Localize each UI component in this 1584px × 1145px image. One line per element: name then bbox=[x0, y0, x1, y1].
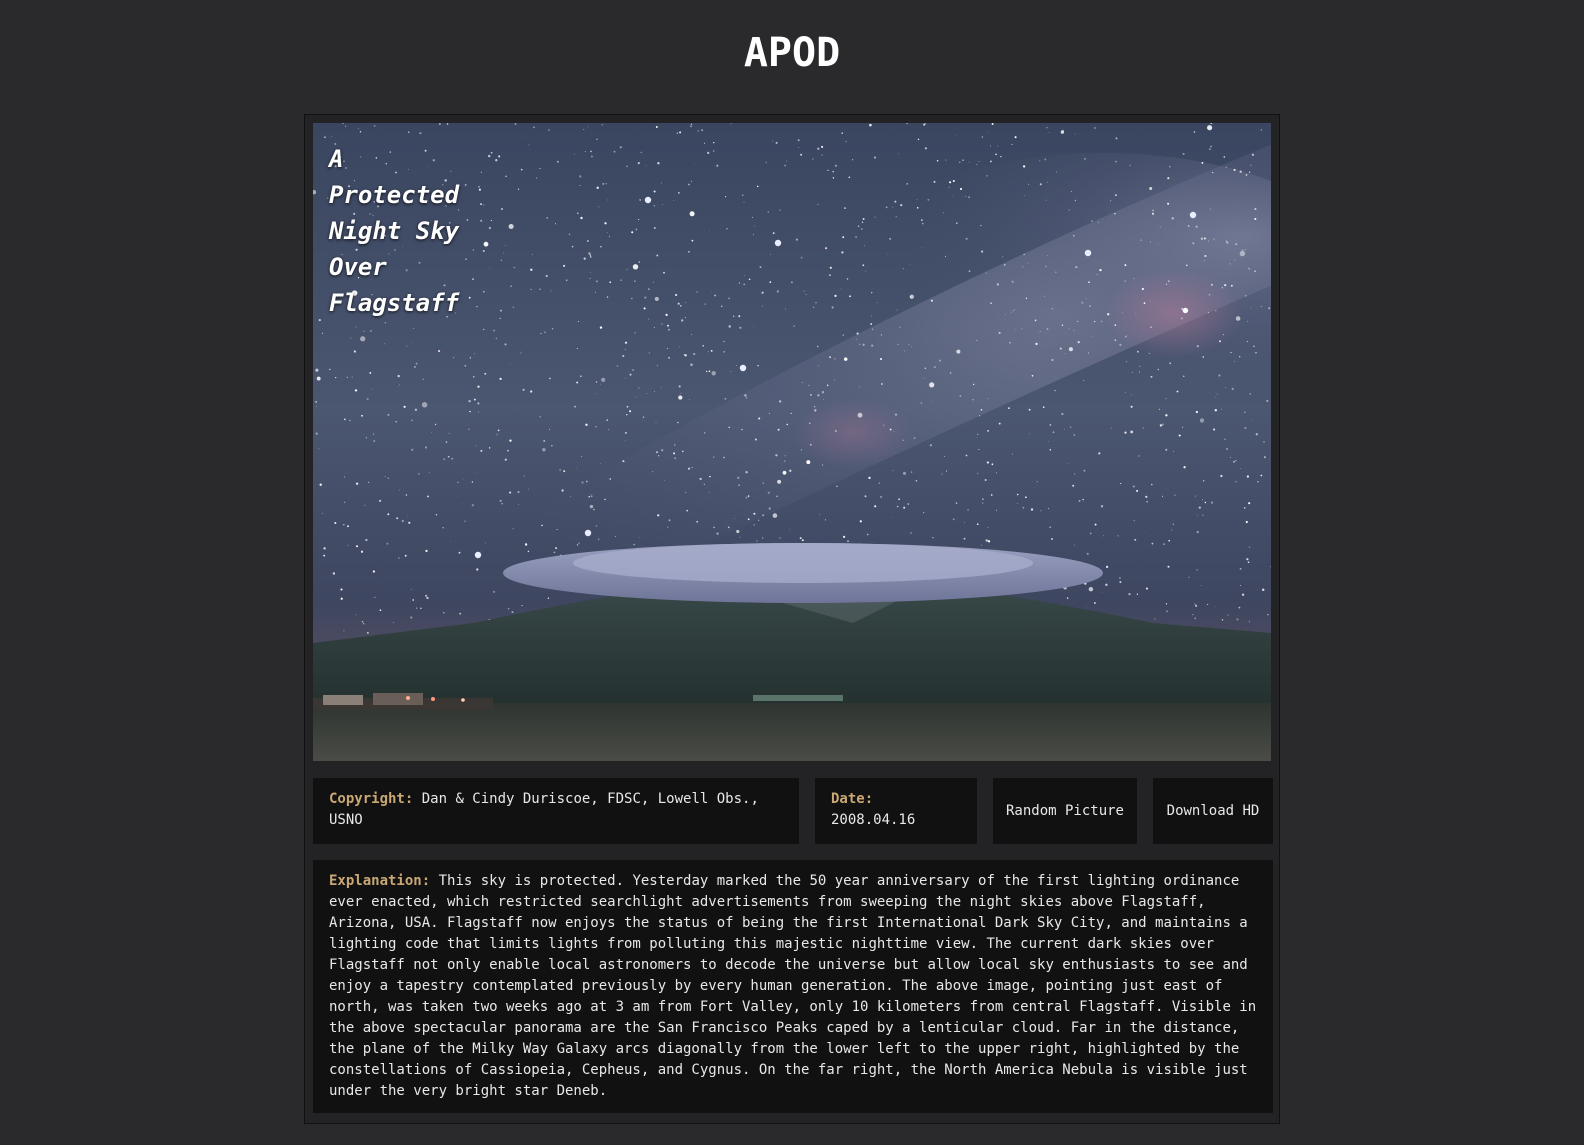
date-label: Date: bbox=[831, 791, 874, 807]
site-title: APOD bbox=[743, 30, 841, 76]
date-card: Date: 2008.04.16 bbox=[815, 778, 977, 844]
explanation-card: Explanation: This sky is protected. Yest… bbox=[313, 860, 1273, 1113]
apod-photo[interactable]: A Protected Night Sky Over Flagstaff bbox=[313, 123, 1271, 761]
random-picture-button[interactable]: Random Picture bbox=[993, 778, 1137, 844]
random-picture-label: Random Picture bbox=[1005, 802, 1124, 819]
copyright-card: Copyright: Dan & Cindy Duriscoe, FDSC, L… bbox=[313, 778, 799, 844]
explanation-text: This sky is protected. Yesterday marked … bbox=[329, 873, 1257, 1099]
explanation-label: Explanation: bbox=[329, 873, 431, 889]
download-hd-label: Download HD bbox=[1166, 802, 1260, 819]
copyright-label: Copyright: bbox=[329, 791, 414, 807]
download-hd-button[interactable]: Download HD bbox=[1153, 778, 1273, 844]
photo-title: A Protected Night Sky Over Flagstaff bbox=[329, 145, 460, 317]
date-value: 2008.04.16 bbox=[831, 812, 916, 828]
apod-frame: A Protected Night Sky Over Flagstaff Cop… bbox=[304, 114, 1280, 1124]
